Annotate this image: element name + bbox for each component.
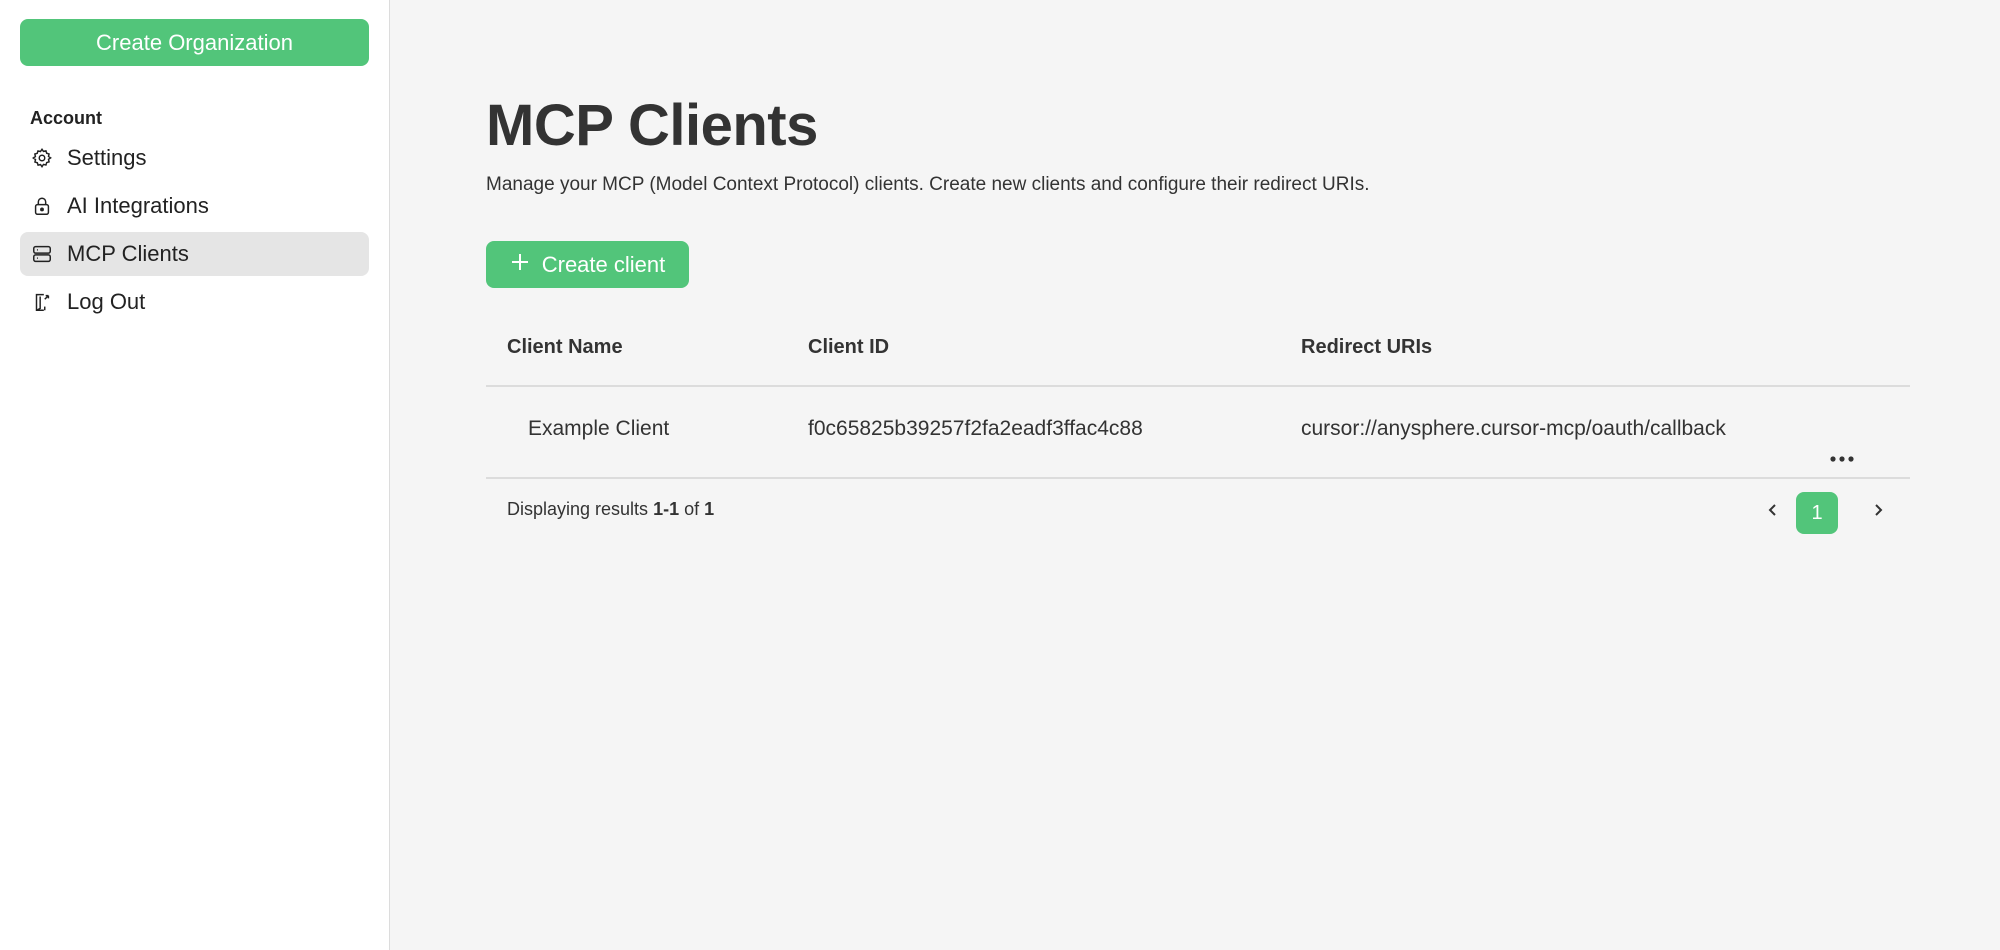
sidebar-item-ai-integrations[interactable]: AI Integrations xyxy=(20,184,369,228)
column-header-client-name: Client Name xyxy=(507,336,623,358)
table-row[interactable]: Example Client f0c65825b39257f2fa2eadf3f… xyxy=(486,387,1910,479)
column-header-client-id: Client ID xyxy=(808,336,890,358)
lock-icon xyxy=(30,194,54,218)
redirect-uri-cell: cursor://anysphere.cursor-mcp/oauth/call… xyxy=(1301,417,1726,440)
sidebar-item-settings[interactable]: Settings xyxy=(20,136,369,180)
chevron-left-icon xyxy=(1767,502,1779,523)
results-range: 1-1 xyxy=(653,499,680,519)
sidebar-item-label: MCP Clients xyxy=(67,241,189,266)
logout-icon xyxy=(30,290,54,314)
table-footer: Displaying results 1-1 of 1 1 xyxy=(486,479,1910,545)
previous-page-button[interactable] xyxy=(1758,495,1788,529)
results-of: of xyxy=(684,499,700,519)
sidebar-item-log-out[interactable]: Log Out xyxy=(20,280,369,324)
client-name-cell: Example Client xyxy=(528,417,670,440)
sidebar-item-label: Log Out xyxy=(67,289,146,314)
page-title: MCP Clients xyxy=(486,93,818,158)
create-client-button[interactable]: Create client xyxy=(486,241,689,288)
more-horizontal-icon xyxy=(1829,445,1855,469)
account-section-label: Account xyxy=(30,108,102,128)
page-subtitle: Manage your MCP (Model Context Protocol)… xyxy=(486,174,1370,195)
next-page-button[interactable] xyxy=(1863,495,1893,529)
chevron-right-icon xyxy=(1872,502,1884,523)
row-actions-button[interactable] xyxy=(1824,415,1860,462)
sidebar: Create Organization Account Settings AI … xyxy=(0,0,390,950)
sidebar-item-label: Settings xyxy=(67,145,147,170)
sidebar-nav: Settings AI Integrations MCP Clients Log… xyxy=(20,136,369,328)
server-icon xyxy=(30,242,54,266)
gear-icon xyxy=(30,146,54,170)
results-summary: Displaying results 1-1 of 1 xyxy=(507,499,714,520)
column-header-redirect-uris: Redirect URIs xyxy=(1301,336,1433,358)
client-id-cell: f0c65825b39257f2fa2eadf3ffac4c88 xyxy=(808,417,1143,440)
page-button-current[interactable]: 1 xyxy=(1796,492,1838,534)
create-organization-button[interactable]: Create Organization xyxy=(20,19,369,66)
sidebar-item-mcp-clients[interactable]: MCP Clients xyxy=(20,232,369,276)
sidebar-item-label: AI Integrations xyxy=(67,193,209,218)
table-header: Client Name Client ID Redirect URIs xyxy=(486,320,1910,387)
main-content: MCP Clients Manage your MCP (Model Conte… xyxy=(390,0,2000,950)
results-prefix: Displaying results xyxy=(507,499,649,519)
results-total: 1 xyxy=(704,499,715,519)
plus-icon xyxy=(510,252,530,278)
create-client-label: Create client xyxy=(541,251,666,277)
clients-table: Client Name Client ID Redirect URIs Exam… xyxy=(486,320,1910,545)
